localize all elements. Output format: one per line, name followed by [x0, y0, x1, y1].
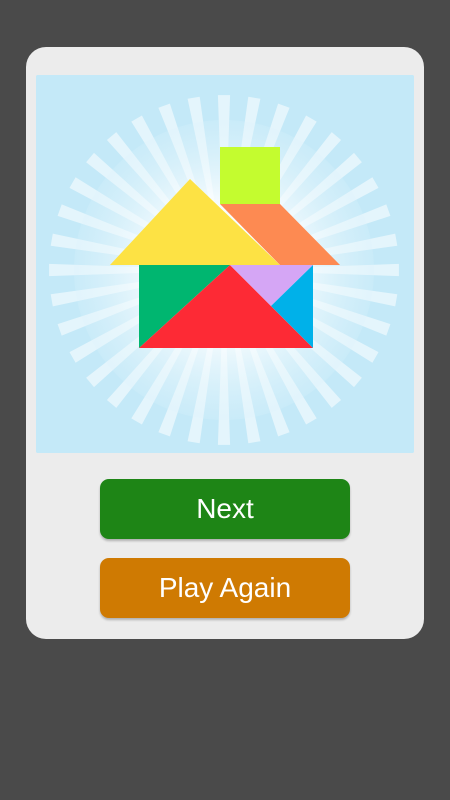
next-button[interactable]: Next — [100, 479, 350, 539]
level-complete-dialog: Next Play Again — [26, 47, 424, 639]
piece-square — [220, 147, 280, 204]
solved-puzzle-image — [36, 75, 414, 453]
play-again-button[interactable]: Play Again — [100, 558, 350, 618]
solved-puzzle-panel — [36, 75, 414, 453]
game-screen: Next Play Again — [0, 0, 450, 800]
